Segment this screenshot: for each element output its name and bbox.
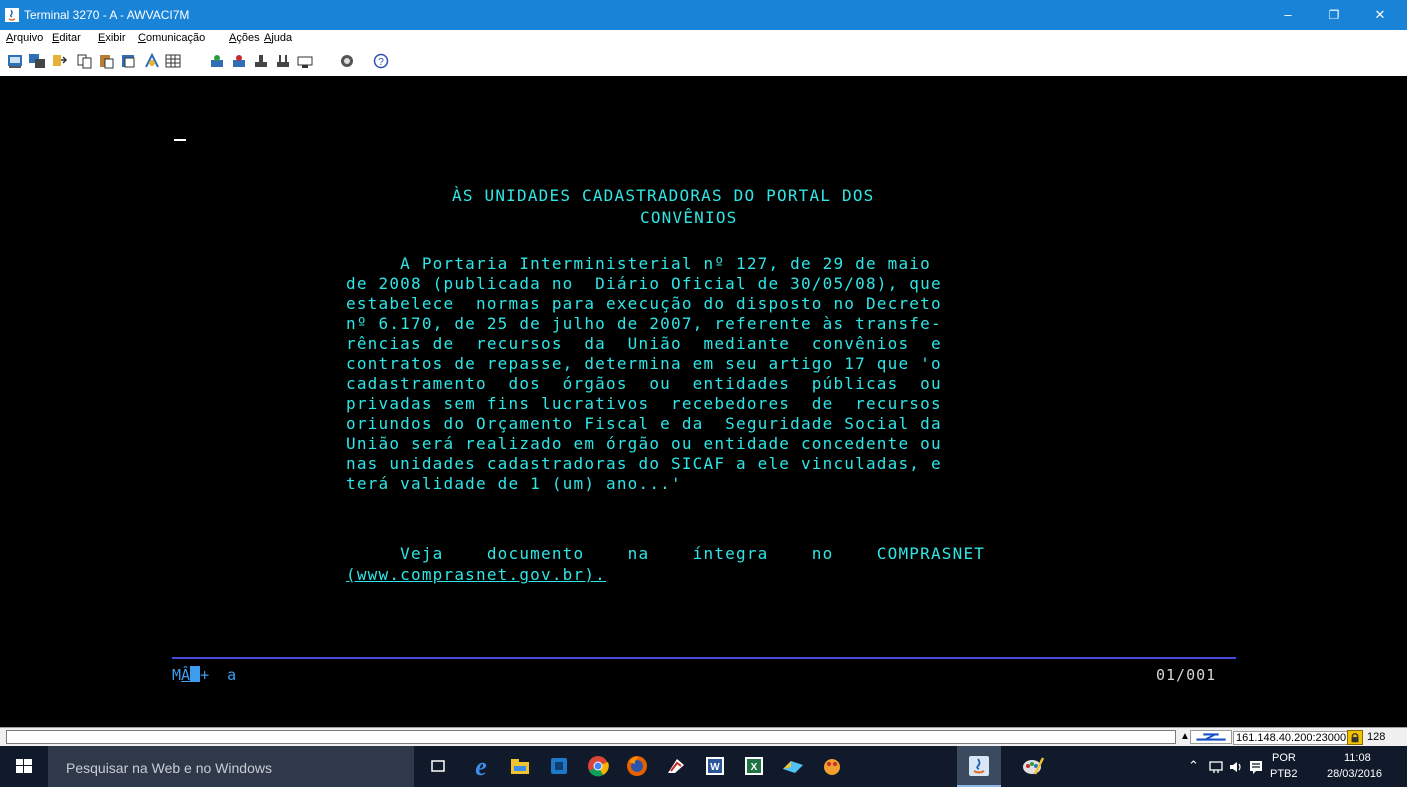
menu-exibir[interactable]: Exibir — [98, 32, 126, 45]
chrome-icon[interactable] — [584, 752, 612, 780]
connection-icon — [1190, 730, 1232, 744]
keyboard-layout[interactable]: PTB2 — [1270, 768, 1298, 780]
oia-lock-indicator: Â — [181, 666, 191, 684]
notifications-icon[interactable] — [1248, 759, 1264, 775]
terminal-screen[interactable]: ÀS UNIDADES CADASTRADORAS DO PORTAL DOS … — [6, 76, 1403, 727]
download-icon[interactable] — [274, 51, 292, 71]
comprasnet-link[interactable]: (www.comprasnet.gov.br). — [346, 566, 606, 584]
scroll-up-icon[interactable]: ▲ — [1180, 731, 1190, 742]
help-icon[interactable]: ? — [372, 51, 390, 71]
clock-time[interactable]: 11:08 — [1344, 752, 1371, 764]
paste-special-icon[interactable] — [120, 51, 138, 71]
print-screen-icon[interactable] — [6, 51, 24, 71]
screen-heading-line-2: CONVÊNIOS — [640, 208, 738, 227]
paste-icon[interactable] — [98, 51, 116, 71]
word-icon[interactable]: W — [701, 752, 729, 780]
taskbar: Pesquisar na Web e no Windows e W X ⌃ PO… — [0, 746, 1407, 787]
paragraph-line: oriundos do Orçamento Fiscal e da Seguri… — [346, 414, 942, 433]
paragraph-line: União será realizado em órgão ou entidad… — [346, 434, 942, 453]
receive-file-icon[interactable] — [50, 51, 68, 71]
paragraph-line: terá validade de 1 (um) ano...' — [346, 474, 682, 493]
paragraph-line: privadas sem fins lucrativos recebedores… — [346, 394, 942, 413]
menu-editar-label: ditar — [59, 32, 81, 44]
menu-acoes-label: ções — [236, 32, 260, 44]
paragraph-line: rências de recursos da União mediante co… — [346, 334, 942, 353]
paragraph-line: nº 6.170, de 25 de julho de 2007, refere… — [346, 314, 942, 333]
menu-arquivo[interactable]: Arquivo — [6, 32, 43, 45]
paint-icon[interactable] — [1019, 752, 1047, 780]
upload-icon[interactable] — [252, 51, 270, 71]
java-app-icon — [5, 8, 19, 22]
status-bar: ▲ 161.148.40.200:23000 128 — [0, 727, 1407, 746]
lock-icon — [1347, 730, 1363, 745]
java-terminal-icon[interactable] — [965, 752, 993, 780]
disconnect-icon[interactable] — [338, 51, 356, 71]
page-indicator: 01/001 — [1156, 666, 1217, 684]
status-message-field — [6, 730, 1176, 744]
edge-icon[interactable]: e — [467, 752, 495, 780]
firefox-icon[interactable] — [623, 752, 651, 780]
comprasnet-line: Veja documento na íntegra no COMPRASNET — [346, 544, 986, 563]
oia-status: MÂ + a — [172, 666, 236, 684]
menu-comunicacao-label: omunicação — [145, 32, 206, 44]
toolbar: ? — [0, 47, 1407, 76]
paragraph-line: A Portaria Interministerial nº 127, de 2… — [346, 254, 931, 273]
menu-exibir-label: xibir — [105, 32, 126, 44]
menu-acoes[interactable]: Ações — [229, 32, 260, 45]
grid-icon[interactable] — [164, 51, 182, 71]
windows-start-icon[interactable] — [0, 746, 48, 787]
menu-comunicacao-key: C — [138, 32, 146, 44]
minimize-button[interactable]: – — [1265, 0, 1311, 30]
title-bar[interactable]: Terminal 3270 - A - AWVACI7M – ❐ ✕ — [0, 0, 1407, 30]
oia-separator — [172, 657, 1236, 659]
menu-ajuda-label: juda — [271, 32, 293, 44]
app2-icon[interactable] — [779, 752, 807, 780]
menu-arquivo-label: rquivo — [13, 32, 44, 44]
keyboard-icon[interactable] — [296, 51, 314, 71]
search-placeholder: Pesquisar na Web e no Windows — [66, 760, 272, 776]
svg-text:?: ? — [378, 57, 384, 68]
menu-bar: Arquivo Editar Exibir Comunicação Ações … — [0, 30, 1407, 47]
window-title: Terminal 3270 - A - AWVACI7M — [24, 8, 190, 22]
menu-editar[interactable]: Editar — [52, 32, 81, 45]
paragraph-line: contratos de repasse, determina em seu a… — [346, 354, 942, 373]
app-icon[interactable] — [662, 752, 690, 780]
paragraph-line: de 2008 (publicada no Diário Oficial de … — [346, 274, 942, 293]
oia-mode: M — [172, 666, 182, 684]
paragraph-line: nas unidades cadastradoras do SICAF a el… — [346, 454, 942, 473]
svg-text:e: e — [475, 753, 487, 779]
search-box[interactable]: Pesquisar na Web e no Windows — [48, 746, 414, 787]
excel-icon[interactable]: X — [740, 752, 768, 780]
menu-comunicacao[interactable]: Comunicação — [138, 32, 205, 45]
media-icon[interactable] — [545, 752, 573, 780]
copy-icon[interactable] — [76, 51, 94, 71]
menu-ajuda[interactable]: Ajuda — [264, 32, 292, 45]
host-address: 161.148.40.200:23000 — [1233, 731, 1350, 745]
oia-info: + a — [200, 666, 237, 684]
screen-heading-line-1: ÀS UNIDADES CADASTRADORAS DO PORTAL DOS — [452, 186, 875, 205]
maximize-button[interactable]: ❐ — [1311, 0, 1357, 30]
svg-text:X: X — [751, 762, 758, 773]
task-view-icon[interactable] — [424, 752, 452, 780]
language-indicator[interactable]: POR — [1272, 752, 1296, 764]
paragraph-line: cadastramento dos órgãos ou entidades pú… — [346, 374, 942, 393]
network-icon[interactable] — [1208, 759, 1224, 775]
tray-expand-icon[interactable]: ⌃ — [1188, 759, 1199, 772]
macro-play-icon[interactable] — [230, 51, 248, 71]
close-button[interactable]: ✕ — [1357, 0, 1403, 30]
encryption-bits: 128 — [1367, 731, 1386, 743]
terminal-cursor — [174, 139, 186, 141]
clock-date[interactable]: 28/03/2016 — [1327, 768, 1382, 780]
app3-icon[interactable] — [818, 752, 846, 780]
paragraph-line: estabelece normas para execução do dispo… — [346, 294, 942, 313]
macro-record-icon[interactable] — [208, 51, 226, 71]
svg-text:W: W — [710, 762, 720, 773]
settings-icon[interactable] — [143, 51, 161, 71]
copy-screen-icon[interactable] — [28, 51, 46, 71]
oia-block — [190, 666, 201, 682]
volume-icon[interactable] — [1228, 759, 1244, 775]
file-explorer-icon[interactable] — [506, 752, 534, 780]
